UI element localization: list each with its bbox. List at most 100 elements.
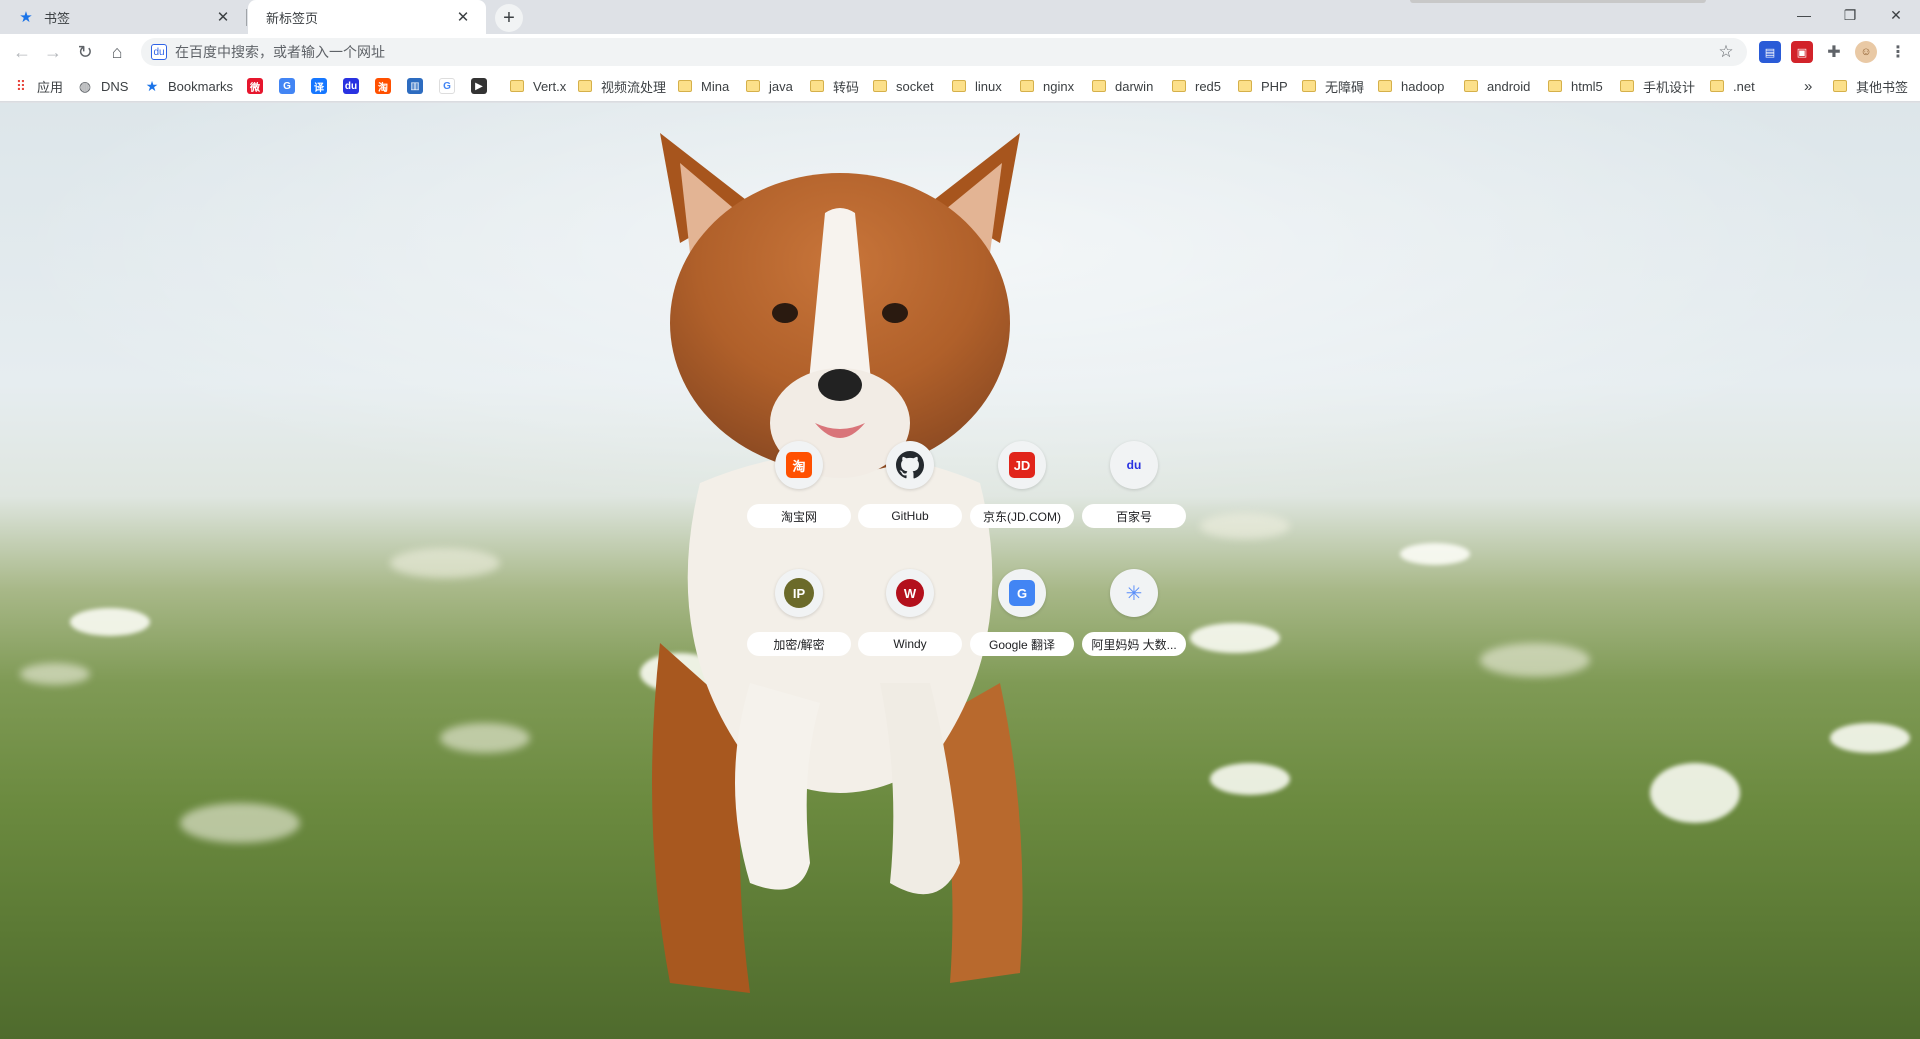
bookmark-baidu[interactable]: du bbox=[343, 70, 359, 102]
bookmark-taobao[interactable]: 淘 bbox=[375, 70, 391, 102]
bookmark-folder[interactable]: linux bbox=[952, 70, 1002, 102]
folder-icon bbox=[810, 80, 824, 92]
tile-icon bbox=[886, 441, 934, 489]
bookmark-folder[interactable]: java bbox=[746, 70, 793, 102]
folder-icon bbox=[873, 80, 887, 92]
extension-button[interactable]: ▤ bbox=[1759, 41, 1781, 63]
folder-label: nginx bbox=[1043, 78, 1075, 94]
bookmark-folder[interactable]: Mina bbox=[678, 70, 729, 102]
bookmark-folder[interactable]: android bbox=[1464, 70, 1530, 102]
shortcut-alimama[interactable]: ✳ 阿里妈妈 大数... bbox=[1082, 569, 1186, 669]
bookmark-folder[interactable]: 手机设计 bbox=[1620, 70, 1695, 102]
bookmark-weibo[interactable]: 微 bbox=[247, 70, 263, 102]
folder-icon bbox=[1238, 80, 1252, 92]
folder-label: socket bbox=[896, 78, 934, 94]
bookmark-apps[interactable]: ⠿ 应用 bbox=[13, 70, 63, 102]
shortcut-label: 京东(JD.COM) bbox=[970, 504, 1074, 528]
shortcut-taobao[interactable]: 淘 淘宝网 bbox=[747, 441, 851, 541]
bookmark-media[interactable]: ▶ bbox=[471, 70, 487, 102]
weibo-icon: 微 bbox=[247, 78, 263, 94]
folder-icon bbox=[1548, 80, 1562, 92]
restore-button[interactable]: ❐ bbox=[1827, 0, 1873, 30]
bookmark-folder[interactable]: .net bbox=[1710, 70, 1755, 102]
google-translate-icon: G bbox=[1009, 580, 1035, 606]
apps-grid-icon: ⠿ bbox=[15, 77, 27, 94]
folder-label: 手机设计 bbox=[1643, 79, 1696, 95]
flower-decoration bbox=[70, 608, 150, 636]
bookmark-folder[interactable]: 无障碍 bbox=[1302, 70, 1364, 102]
bookmark-folder[interactable]: 转码 bbox=[810, 70, 859, 102]
toolbar: ← → ↻ ⌂ du ☆ ▤ ▣ ✚ ☺ ⋮ bbox=[0, 34, 1920, 70]
bookmark-folder[interactable]: Vert.x bbox=[510, 70, 566, 102]
bookmark-folder[interactable]: 视频流处理 bbox=[578, 70, 666, 102]
chevron-double-right-icon: » bbox=[1804, 77, 1813, 95]
flower-decoration bbox=[1190, 623, 1280, 653]
tab-new-tab[interactable]: 新标签页 ✕ bbox=[248, 0, 486, 34]
bookmark-folder[interactable]: socket bbox=[873, 70, 934, 102]
shortcut-baijiahao[interactable]: du 百家号 bbox=[1082, 441, 1186, 541]
folder-icon bbox=[1092, 80, 1106, 92]
folder-label: red5 bbox=[1195, 78, 1222, 94]
close-icon[interactable]: ✕ bbox=[454, 8, 472, 26]
bookmark-folder[interactable]: PHP bbox=[1238, 70, 1288, 102]
folder-label: java bbox=[769, 78, 793, 94]
minimize-button[interactable]: — bbox=[1781, 0, 1827, 30]
bookmark-google-translate[interactable]: G bbox=[279, 70, 295, 102]
omnibox[interactable]: du ☆ bbox=[141, 38, 1747, 66]
folder-label: 无障碍 bbox=[1325, 79, 1365, 95]
tab-title: 新标签页 bbox=[266, 10, 319, 26]
reload-button[interactable]: ↻ bbox=[71, 38, 99, 66]
menu-button[interactable]: ⋮ bbox=[1887, 41, 1909, 63]
forward-button[interactable]: → bbox=[39, 38, 67, 66]
shortcut-label: Windy bbox=[858, 632, 962, 656]
shortcut-jd[interactable]: JD 京东(JD.COM) bbox=[970, 441, 1074, 541]
restore-icon: ❐ bbox=[1843, 6, 1857, 23]
folder-label: .net bbox=[1733, 78, 1755, 94]
bookmark-label: 应用 bbox=[37, 79, 64, 95]
shortcut-label: 加密/解密 bbox=[747, 632, 851, 656]
bookmarks-overflow-button[interactable]: » bbox=[1804, 70, 1812, 102]
star-icon: ★ bbox=[145, 77, 159, 94]
tab-bookmarks[interactable]: ★ 书签 ✕ bbox=[0, 0, 246, 34]
bookmark-dns[interactable]: ◍ DNS bbox=[77, 70, 129, 102]
folder-icon bbox=[1378, 80, 1392, 92]
back-button[interactable]: ← bbox=[8, 38, 36, 66]
extension-button[interactable]: ▣ bbox=[1791, 41, 1813, 63]
close-icon[interactable]: ✕ bbox=[214, 8, 232, 26]
folder-icon bbox=[952, 80, 966, 92]
folder-label: darwin bbox=[1115, 78, 1154, 94]
close-icon: ✕ bbox=[1890, 6, 1902, 23]
flower-decoration bbox=[1480, 643, 1590, 677]
folder-label: html5 bbox=[1571, 78, 1603, 94]
close-window-button[interactable]: ✕ bbox=[1873, 0, 1919, 30]
tab-divider bbox=[246, 9, 247, 26]
bookmark-other-folder[interactable]: 其他书签 bbox=[1833, 70, 1908, 102]
home-button[interactable]: ⌂ bbox=[103, 38, 131, 66]
shortcut-google-translate[interactable]: G Google 翻译 bbox=[970, 569, 1074, 669]
shortcut-windy[interactable]: W Windy bbox=[858, 569, 962, 669]
bookmark-google[interactable]: G bbox=[439, 70, 455, 102]
bookmark-folder[interactable]: nginx bbox=[1020, 70, 1074, 102]
folder-icon bbox=[1302, 80, 1316, 92]
folder-label: 转码 bbox=[833, 79, 860, 95]
bookmark-bookmarks[interactable]: ★ Bookmarks bbox=[144, 70, 233, 102]
profile-button[interactable]: ☺ bbox=[1855, 41, 1877, 63]
address-input[interactable] bbox=[175, 44, 1715, 60]
flower-decoration bbox=[440, 723, 530, 753]
bookmark-translate[interactable]: 译 bbox=[311, 70, 327, 102]
bookmark-folder[interactable]: darwin bbox=[1092, 70, 1153, 102]
shortcut-encrypt[interactable]: IP 加密/解密 bbox=[747, 569, 851, 669]
shortcut-label: Google 翻译 bbox=[970, 632, 1074, 656]
bookmark-folder[interactable]: hadoop bbox=[1378, 70, 1444, 102]
folder-label: Vert.x bbox=[533, 78, 567, 94]
bookmark-chart[interactable]: ▥ bbox=[407, 70, 423, 102]
folder-icon bbox=[1833, 80, 1847, 92]
bookmark-folder[interactable]: html5 bbox=[1548, 70, 1603, 102]
bookmark-folder[interactable]: red5 bbox=[1172, 70, 1221, 102]
new-tab-button[interactable]: + bbox=[495, 4, 523, 32]
folder-icon bbox=[1620, 80, 1634, 92]
bookmark-star-icon[interactable]: ☆ bbox=[1715, 41, 1737, 63]
new-tab-page: 淘 淘宝网 GitHub JD 京东(JD.COM) du 百家号 IP 加密/… bbox=[0, 103, 1920, 1039]
extensions-button[interactable]: ✚ bbox=[1823, 41, 1845, 63]
shortcut-github[interactable]: GitHub bbox=[858, 441, 962, 541]
